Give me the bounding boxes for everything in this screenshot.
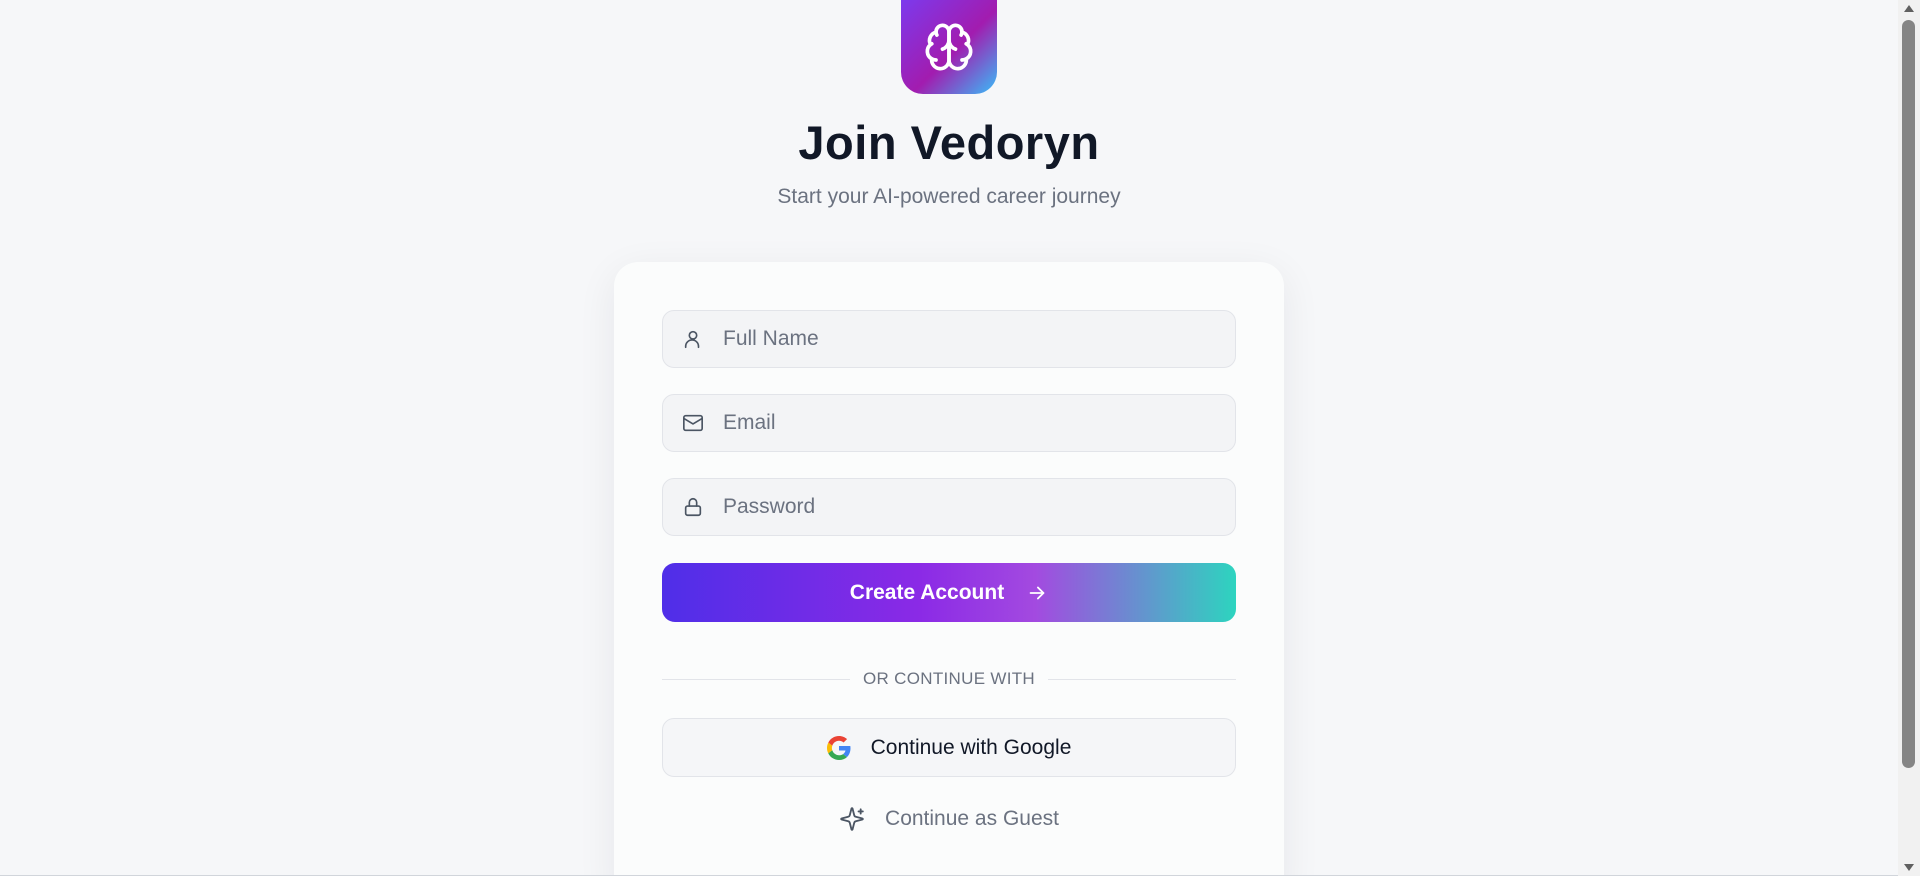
arrow-right-icon: [1026, 582, 1048, 604]
create-account-button[interactable]: Create Account: [662, 563, 1236, 622]
brain-icon: [925, 23, 973, 71]
user-icon: [681, 327, 705, 351]
create-account-label: Create Account: [849, 580, 1005, 604]
scroll-down-arrow-icon[interactable]: [1898, 859, 1920, 876]
page-title: Join Vedoryn: [798, 116, 1100, 169]
password-field[interactable]: [662, 478, 1236, 536]
email-input[interactable]: [723, 395, 1235, 451]
full-name-field[interactable]: [662, 310, 1236, 368]
google-icon: [826, 735, 851, 760]
signup-page: Join Vedoryn Start your AI-powered caree…: [0, 0, 1920, 876]
scroll-up-arrow-icon[interactable]: [1898, 0, 1920, 17]
google-signin-button[interactable]: Continue with Google: [662, 718, 1236, 777]
mail-icon: [681, 411, 705, 435]
continue-as-guest-label: Continue as Guest: [885, 807, 1059, 830]
google-signin-label: Continue with Google: [870, 735, 1072, 759]
email-field[interactable]: [662, 394, 1236, 452]
divider-text: OR CONTINUE WITH: [863, 669, 1035, 688]
lock-icon: [681, 495, 705, 519]
continue-as-guest-button[interactable]: Continue as Guest: [662, 799, 1236, 839]
or-divider: OR CONTINUE WITH: [662, 669, 1237, 689]
app-logo: [901, 0, 997, 94]
signup-card: Create Account OR CONTINUE WITH: [614, 262, 1284, 876]
sparkles-icon: [839, 806, 865, 832]
vertical-scrollbar[interactable]: [1898, 0, 1920, 876]
full-name-input[interactable]: [723, 311, 1235, 367]
divider-line-left: [662, 678, 851, 680]
scrollbar-thumb[interactable]: [1902, 20, 1915, 768]
password-input[interactable]: [723, 479, 1235, 535]
page-subtitle: Start your AI-powered career journey: [777, 185, 1121, 208]
main-content: Join Vedoryn Start your AI-powered caree…: [0, 0, 1898, 876]
divider-line-right: [1047, 678, 1237, 680]
